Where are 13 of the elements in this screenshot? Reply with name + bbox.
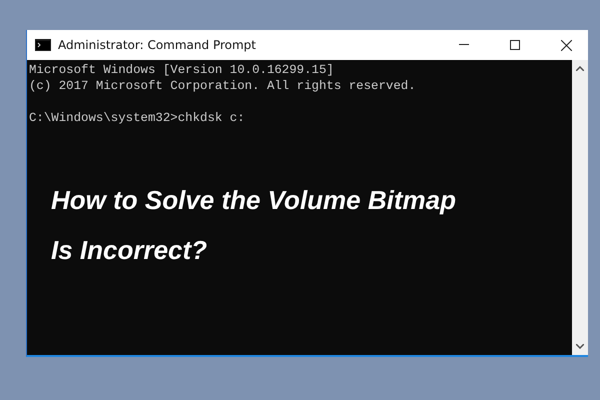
maximize-icon <box>510 40 520 50</box>
close-icon <box>560 40 572 50</box>
console-line: C:\Windows\system32>chkdsk c: <box>29 110 246 126</box>
chevron-down-icon <box>576 344 584 349</box>
chevron-up-icon <box>576 66 584 71</box>
minimize-icon <box>459 44 469 46</box>
headline: How to Solve the Volume Bitmap <box>51 184 456 217</box>
headline: Is Incorrect? <box>51 234 208 267</box>
scrollbar[interactable] <box>572 60 588 355</box>
console-line: Microsoft Windows [Version 10.0.16299.15] <box>29 62 335 78</box>
console-icon <box>35 39 51 51</box>
console-line: (c) 2017 Microsoft Corporation. All rights reserved. <box>29 78 417 94</box>
window-title: Administrator: Command Prompt <box>58 38 257 52</box>
